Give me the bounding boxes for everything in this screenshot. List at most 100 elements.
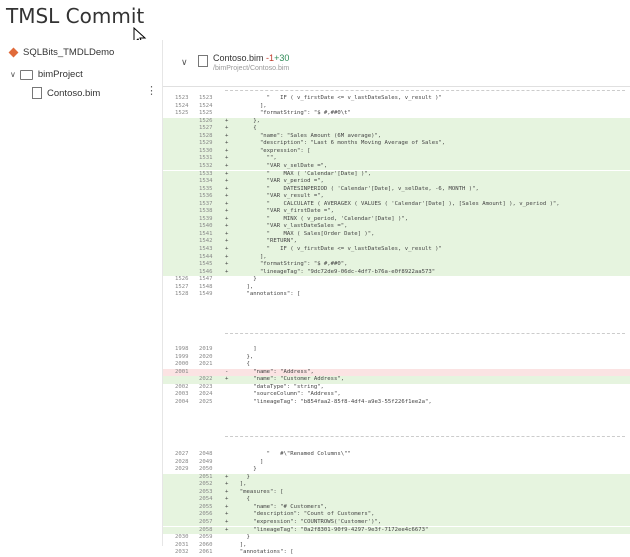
change-marker: + [225,155,229,162]
old-line-number: 1524 [175,102,189,109]
change-marker: + [225,238,229,245]
new-line-number: 1532 [199,162,213,169]
change-marker: + [225,253,229,260]
new-line-number: 1539 [199,215,213,222]
diff-line: 1529 + "description": "Last 6 months Movi… [163,140,630,148]
old-line-number: 2028 [175,458,189,465]
new-line-number: 1544 [199,253,213,260]
diff-line: 2027 2048 " #\"Renamed Columns\"" [163,451,630,459]
change-marker: + [225,261,229,268]
diff-line: 1531 + "", [163,155,630,163]
new-line-number: 1540 [199,223,213,230]
change-marker: + [225,246,229,252]
diff-line: 1543 + " IF ( v_firstDate <= v_lastDateSa… [163,246,630,254]
new-line-number: 2054 [199,496,213,503]
diff-line: 2003 2024 "sourceColumn": "Address", [163,391,630,399]
change-marker: + [225,147,229,154]
new-line-number: 1547 [199,276,213,283]
line-content: ], [233,253,267,260]
line-content: { [233,125,257,132]
file-icon [198,55,208,67]
line-content: "name": "Customer Address", [233,376,345,383]
change-marker: + [225,526,229,533]
file-path: /bimProject/Contoso.bim [213,65,290,72]
new-line-number: 2056 [199,511,213,518]
diff-line: 1542 + "RETURN", [163,238,630,246]
collapse-chevron-icon[interactable]: ∨ [181,57,188,68]
change-marker: + [225,511,229,518]
line-content: ] [233,346,257,352]
line-content: "measures": [ [233,488,284,495]
diff-line: 1527 1548 ], [163,284,630,292]
new-line-number: 1529 [199,140,213,147]
change-marker: - [225,368,229,375]
tree-item-repo[interactable]: SQLBits_TMDLDemo [8,47,115,58]
diff-line: 2056 + "description": "Count of Customers… [163,511,630,519]
diff-line: 1523 1523 " IF ( v_firstDate <= v_lastDat… [163,95,630,103]
tree-item-folder[interactable]: ∨ bimProject [10,69,83,80]
line-content: } [233,466,257,473]
diff-line: 1533 + " MAX ( 'Calendar'[Date] )", [163,170,630,179]
diff-line: 1544 + ], [163,253,630,262]
old-line-number: 2030 [175,534,189,541]
line-content: "lineageTag": "b854faa2-85f8-4df4-a9e3-5… [233,398,432,405]
diff-line: 1525 1525 "formatString": "$ #,##0\t" [163,110,630,118]
diff-panel: ∨ Contoso.bim -1+30 /bimProject/Contoso.… [162,40,630,555]
file-header-name: Contoso.bim [213,53,264,63]
new-line-number: 2055 [199,503,213,510]
change-marker: + [225,178,229,185]
diff-line: 1524 1524 ], [163,103,630,111]
diff-line: 2054 + { [163,496,630,504]
new-line-number: 1530 [199,147,213,154]
line-content: "sourceColumn": "Address", [233,391,341,398]
old-line-number: 2032 [175,549,189,556]
change-marker: + [225,140,229,147]
tree-item-file[interactable]: Contoso.bim [32,87,100,99]
old-line-number: 2031 [175,541,189,548]
old-line-number: 1526 [175,276,189,283]
old-line-number: 2027 [175,451,189,457]
diff-line: 1546 + "lineageTag": "9dc72de9-06dc-4df7-… [163,268,630,277]
change-marker: + [225,200,229,207]
change-marker: + [225,496,229,503]
diff-line: 2004 2025 "lineageTag": "b854faa2-85f8-4d… [163,399,630,407]
line-content: "VAR v_selDate =", [233,162,328,169]
new-line-number: 1535 [199,185,213,192]
diff-line: 1539 + " MINX ( v_period, 'Calendar'[Date… [163,215,630,224]
line-content: " #\"Renamed Columns\"" [233,451,351,457]
line-content: } [233,276,257,283]
old-line-number: 2002 [175,383,189,390]
new-line-number: 1536 [199,193,213,200]
line-content: " MAX ( 'Calendar'[Date] )", [233,170,372,177]
line-content: ], [233,102,267,109]
repo-name: SQLBits_TMDLDemo [23,47,115,58]
old-line-number: 1527 [175,283,189,290]
line-content: " IF ( v_firstDate <= v_lastDateSales, v… [233,246,442,252]
line-content: }, [233,353,254,360]
old-line-number: 2029 [175,466,189,473]
new-line-number: 2060 [199,541,213,548]
old-line-number: 1998 [175,346,189,352]
diff-line: 2022 + "name": "Customer Address", [163,376,630,384]
more-options-icon[interactable]: ⋮ [146,84,157,97]
change-marker: + [225,208,229,215]
line-content: } [233,473,250,480]
file-name: Contoso.bim [47,87,101,99]
new-line-number: 2023 [199,383,213,390]
change-marker: + [225,117,229,124]
old-line-number: 2001 [175,368,189,375]
old-line-number: 1525 [175,110,189,117]
diff-line: 1999 2020 }, [163,354,630,362]
new-line-number: 1533 [199,170,213,177]
folder-icon [19,69,33,80]
deleted-count: -1 [266,53,275,63]
diff-line: 1528 + "name": "Sales Amount (6M average)… [163,132,630,141]
change-marker: + [225,230,229,237]
new-line-number: 2057 [199,518,213,525]
old-line-number: 2004 [175,398,189,405]
file-header[interactable]: ∨ Contoso.bim -1+30 /bimProject/Contoso.… [163,40,630,87]
line-content: { [233,361,250,368]
diff-line: 1537 + " CALCULATE ( AVERAGEX ( VALUES ( … [163,200,630,209]
chevron-down-icon: ∨ [10,70,16,79]
change-marker: + [225,185,229,192]
